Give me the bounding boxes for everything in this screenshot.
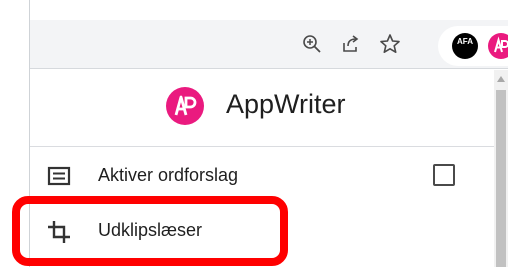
appwriter-icon [494, 36, 508, 53]
extensions-group: AFA [438, 26, 508, 66]
afa-extension-label: AFA [457, 37, 473, 46]
popup-scrollbar[interactable] [494, 70, 508, 267]
left-gutter [0, 0, 30, 267]
popup-header: AppWriter [30, 69, 494, 141]
zoom-in-icon[interactable] [298, 30, 326, 58]
bookmark-star-icon[interactable] [376, 30, 404, 58]
appwriter-extension-button[interactable] [488, 33, 508, 59]
appwriter-logo [166, 87, 204, 125]
appwriter-icon [174, 95, 197, 116]
share-icon[interactable] [337, 30, 365, 58]
app-title: AppWriter [226, 89, 346, 119]
menu-item-clipboard-reader[interactable]: Udklipslæser [30, 207, 494, 255]
browser-toolbar: AFA [30, 0, 508, 69]
toolbar-top-edge [30, 0, 508, 20]
scroll-up-arrow-icon[interactable] [497, 76, 505, 82]
crop-icon [48, 221, 70, 243]
word-suggestions-checkbox[interactable] [433, 164, 455, 186]
text-lines-icon [47, 166, 71, 186]
scrollbar-thumb[interactable] [496, 90, 506, 267]
header-divider [30, 146, 494, 147]
afa-extension-button[interactable]: AFA [452, 33, 478, 59]
menu-item-label: Aktiver ordforslag [98, 165, 239, 185]
menu-item-label: Udklipslæser [98, 220, 203, 240]
extension-popup: AppWriter Aktiver ordforslag Udklipslæse… [30, 69, 494, 267]
menu-item-word-suggestions[interactable]: Aktiver ordforslag [30, 152, 494, 200]
